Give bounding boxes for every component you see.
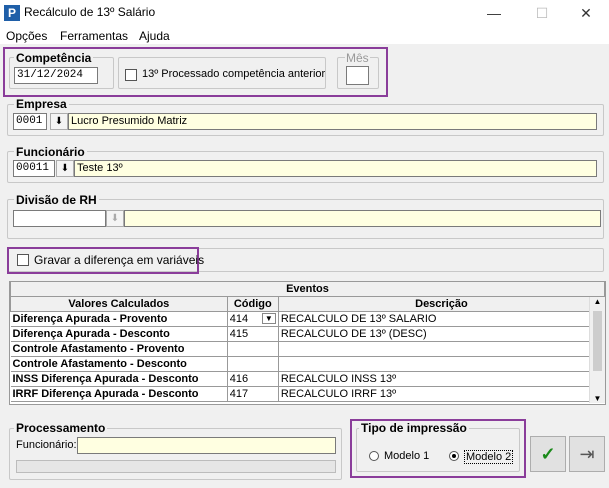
funcionario-name-field: Teste 13º: [74, 160, 597, 177]
menu-opcoes[interactable]: Opções: [6, 29, 47, 43]
scroll-thumb[interactable]: [593, 311, 602, 371]
mes-input[interactable]: [346, 66, 369, 85]
row-valor: INSS Diferença Apurada - Desconto: [10, 371, 228, 387]
table-row[interactable]: Controle Afastamento - Desconto: [10, 356, 606, 372]
processamento-label: Processamento: [14, 421, 108, 435]
menu-ferramentas[interactable]: Ferramentas: [60, 29, 128, 43]
proc-funcionario-label: Funcionário:: [16, 439, 77, 451]
row-valor: IRRF Diferença Apurada - Desconto: [10, 386, 228, 402]
row-codigo[interactable]: 416: [227, 371, 279, 387]
divisao-code-input[interactable]: [13, 210, 106, 227]
close-button[interactable]: ✕: [563, 0, 609, 26]
divisao-name-field: [124, 210, 601, 227]
empresa-label: Empresa: [14, 97, 69, 111]
scroll-down-icon[interactable]: ▼: [590, 394, 605, 403]
row-codigo[interactable]: 415: [227, 326, 279, 342]
menu-ajuda[interactable]: Ajuda: [139, 29, 170, 43]
row-codigo[interactable]: [227, 356, 279, 372]
row-descricao: [278, 341, 606, 357]
row-descricao: RECALCULO DE 13º SALARIO: [278, 311, 606, 327]
tipo-impressao-label: Tipo de impressão: [359, 421, 469, 435]
maximize-button[interactable]: ☐: [519, 0, 565, 26]
competencia-label: Competência: [14, 51, 94, 65]
ok-button[interactable]: ✓: [530, 436, 566, 472]
row-valor: Diferença Apurada - Desconto: [10, 326, 228, 342]
modelo-1-label: Modelo 1: [384, 450, 430, 462]
eventos-title: Eventos: [10, 281, 605, 297]
funcionario-code-input[interactable]: 00011: [13, 160, 55, 177]
radio-modelo-2[interactable]: [449, 451, 459, 461]
table-row[interactable]: Diferença Apurada - Desconto 415 RECALCU…: [10, 326, 606, 342]
row-codigo[interactable]: 417: [227, 386, 279, 402]
gravar-checkbox[interactable]: [17, 254, 29, 266]
radio-modelo-1[interactable]: [369, 451, 379, 461]
row-descricao: RECALCULO IRRF 13º: [278, 386, 606, 402]
divisao-lookup-icon[interactable]: ⬇: [106, 210, 124, 227]
row-valor: Diferença Apurada - Provento: [10, 311, 228, 327]
mes-label: Mês: [345, 51, 370, 65]
table-row[interactable]: IRRF Diferença Apurada - Desconto 417 RE…: [10, 386, 606, 402]
row-valor: Controle Afastamento - Provento: [10, 341, 228, 357]
divisao-label: Divisão de RH: [14, 193, 99, 207]
row-descricao: RECALCULO INSS 13º: [278, 371, 606, 387]
eventos-scrollbar[interactable]: ▲ ▼: [589, 297, 605, 403]
row-valor: Controle Afastamento - Desconto: [10, 356, 228, 372]
window-title: Recálculo de 13º Salário: [24, 5, 156, 19]
scroll-up-icon[interactable]: ▲: [590, 297, 605, 309]
empresa-code-input[interactable]: 0001: [13, 113, 47, 130]
app-icon: P: [4, 5, 20, 21]
col-codigo[interactable]: Código: [226, 296, 279, 312]
gravar-label: Gravar a diferença em variáveis: [34, 253, 205, 267]
title-bar: P Recálculo de 13º Salário — ☐ ✕: [0, 0, 609, 26]
row-codigo[interactable]: 414 ▼: [227, 311, 279, 327]
proc-funcionario-field: [77, 437, 336, 454]
table-row[interactable]: INSS Diferença Apurada - Desconto 416 RE…: [10, 371, 606, 387]
progress-bar: [16, 460, 336, 473]
menu-bar: Opções Ferramentas Ajuda: [0, 26, 609, 44]
row-codigo-value: 414: [229, 313, 249, 325]
row-codigo[interactable]: [227, 341, 279, 357]
col-valores[interactable]: Valores Calculados: [10, 296, 228, 312]
table-row[interactable]: Diferença Apurada - Provento 414 ▼ RECALC…: [10, 311, 606, 327]
table-row[interactable]: Controle Afastamento - Provento: [10, 341, 606, 357]
funcionario-lookup-icon[interactable]: ⬇: [56, 160, 74, 177]
exit-button[interactable]: ⇥: [569, 436, 605, 472]
radio-selected-dot: [452, 454, 456, 458]
funcionario-label: Funcionário: [14, 145, 87, 159]
empresa-name-field: Lucro Presumido Matriz: [68, 113, 597, 130]
competencia-input[interactable]: 31/12/2024: [14, 67, 98, 84]
minimize-button[interactable]: —: [471, 0, 517, 26]
codigo-dropdown-icon[interactable]: ▼: [261, 313, 276, 324]
modelo-2-label: Modelo 2: [464, 450, 514, 464]
processado-label: 13º Processado competência anterior: [142, 68, 326, 80]
processado-checkbox[interactable]: [125, 69, 137, 81]
empresa-lookup-icon[interactable]: ⬇: [50, 113, 68, 130]
row-descricao: [278, 356, 606, 372]
row-descricao: RECALCULO DE 13º (DESC): [278, 326, 606, 342]
eventos-table: Eventos Valores Calculados Código Descri…: [10, 281, 606, 402]
col-descricao[interactable]: Descrição: [277, 296, 606, 312]
